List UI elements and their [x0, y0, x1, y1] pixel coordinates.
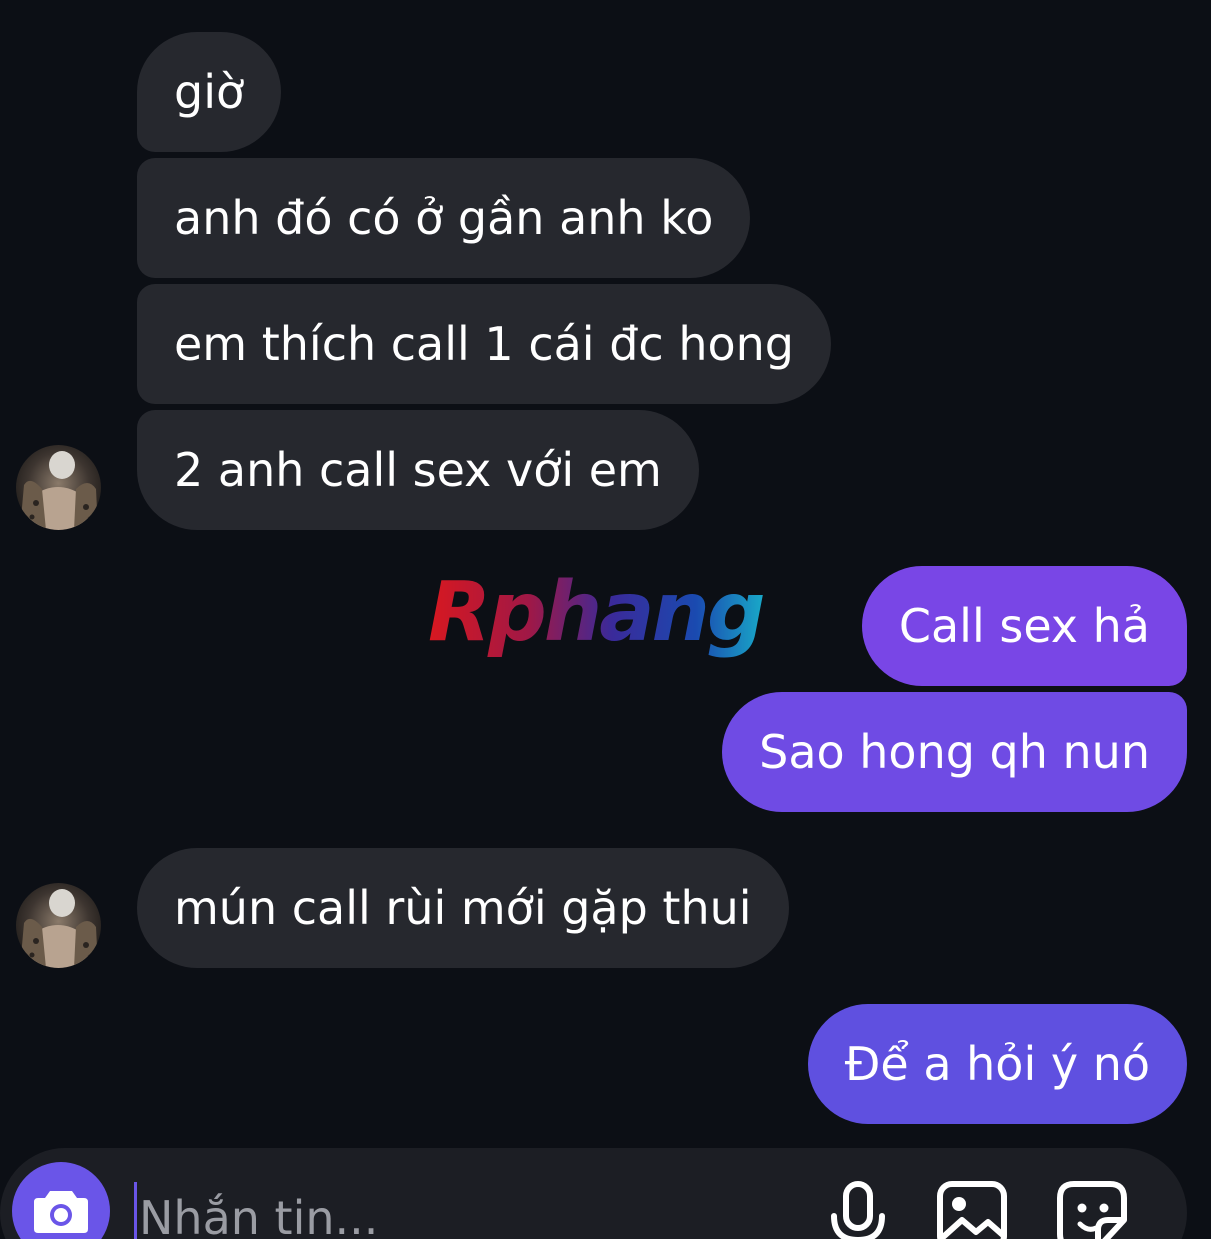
message-bubble-received[interactable]: giờ [137, 32, 282, 152]
message-bubble-received[interactable]: em thích call 1 cái đc hong [137, 284, 831, 404]
contact-avatar[interactable] [16, 445, 101, 530]
message-text: Để a hỏi ý nó [844, 1037, 1150, 1091]
avatar-photo [16, 445, 101, 530]
message-text: 2 anh call sex với em [174, 443, 662, 497]
message-input[interactable] [139, 1178, 789, 1239]
watermark-logo: Rphang [428, 572, 766, 660]
message-bubble-sent[interactable]: Sao hong qh nun [722, 692, 1187, 812]
chat-screen: giờ anh đó có ở gần anh ko em thích call… [0, 0, 1211, 1239]
camera-button[interactable] [12, 1162, 110, 1239]
message-text: em thích call 1 cái đc hong [174, 317, 794, 371]
camera-icon [34, 1191, 88, 1233]
message-bubble-received[interactable]: anh đó có ở gần anh ko [137, 158, 751, 278]
message-bubble-received[interactable]: mún call rùi mới gặp thui [137, 848, 789, 968]
image-icon[interactable] [932, 1174, 1012, 1239]
message-text: anh đó có ở gần anh ko [174, 191, 714, 245]
message-bubble-sent[interactable]: Call sex hả [861, 566, 1187, 686]
avatar-photo [16, 883, 101, 968]
sticker-icon[interactable] [1052, 1174, 1132, 1239]
message-composer [0, 1148, 1187, 1239]
message-bubble-sent[interactable]: Để a hỏi ý nó [807, 1004, 1187, 1124]
microphone-icon[interactable] [818, 1174, 898, 1239]
message-text: mún call rùi mới gặp thui [174, 881, 752, 935]
text-cursor [134, 1182, 137, 1239]
message-bubble-received[interactable]: 2 anh call sex với em [137, 410, 699, 530]
contact-avatar[interactable] [16, 883, 101, 968]
watermark-text: Rphang [428, 572, 763, 660]
message-text: giờ [174, 65, 245, 119]
message-text: Sao hong qh nun [759, 725, 1150, 779]
message-text: Call sex hả [898, 599, 1150, 653]
